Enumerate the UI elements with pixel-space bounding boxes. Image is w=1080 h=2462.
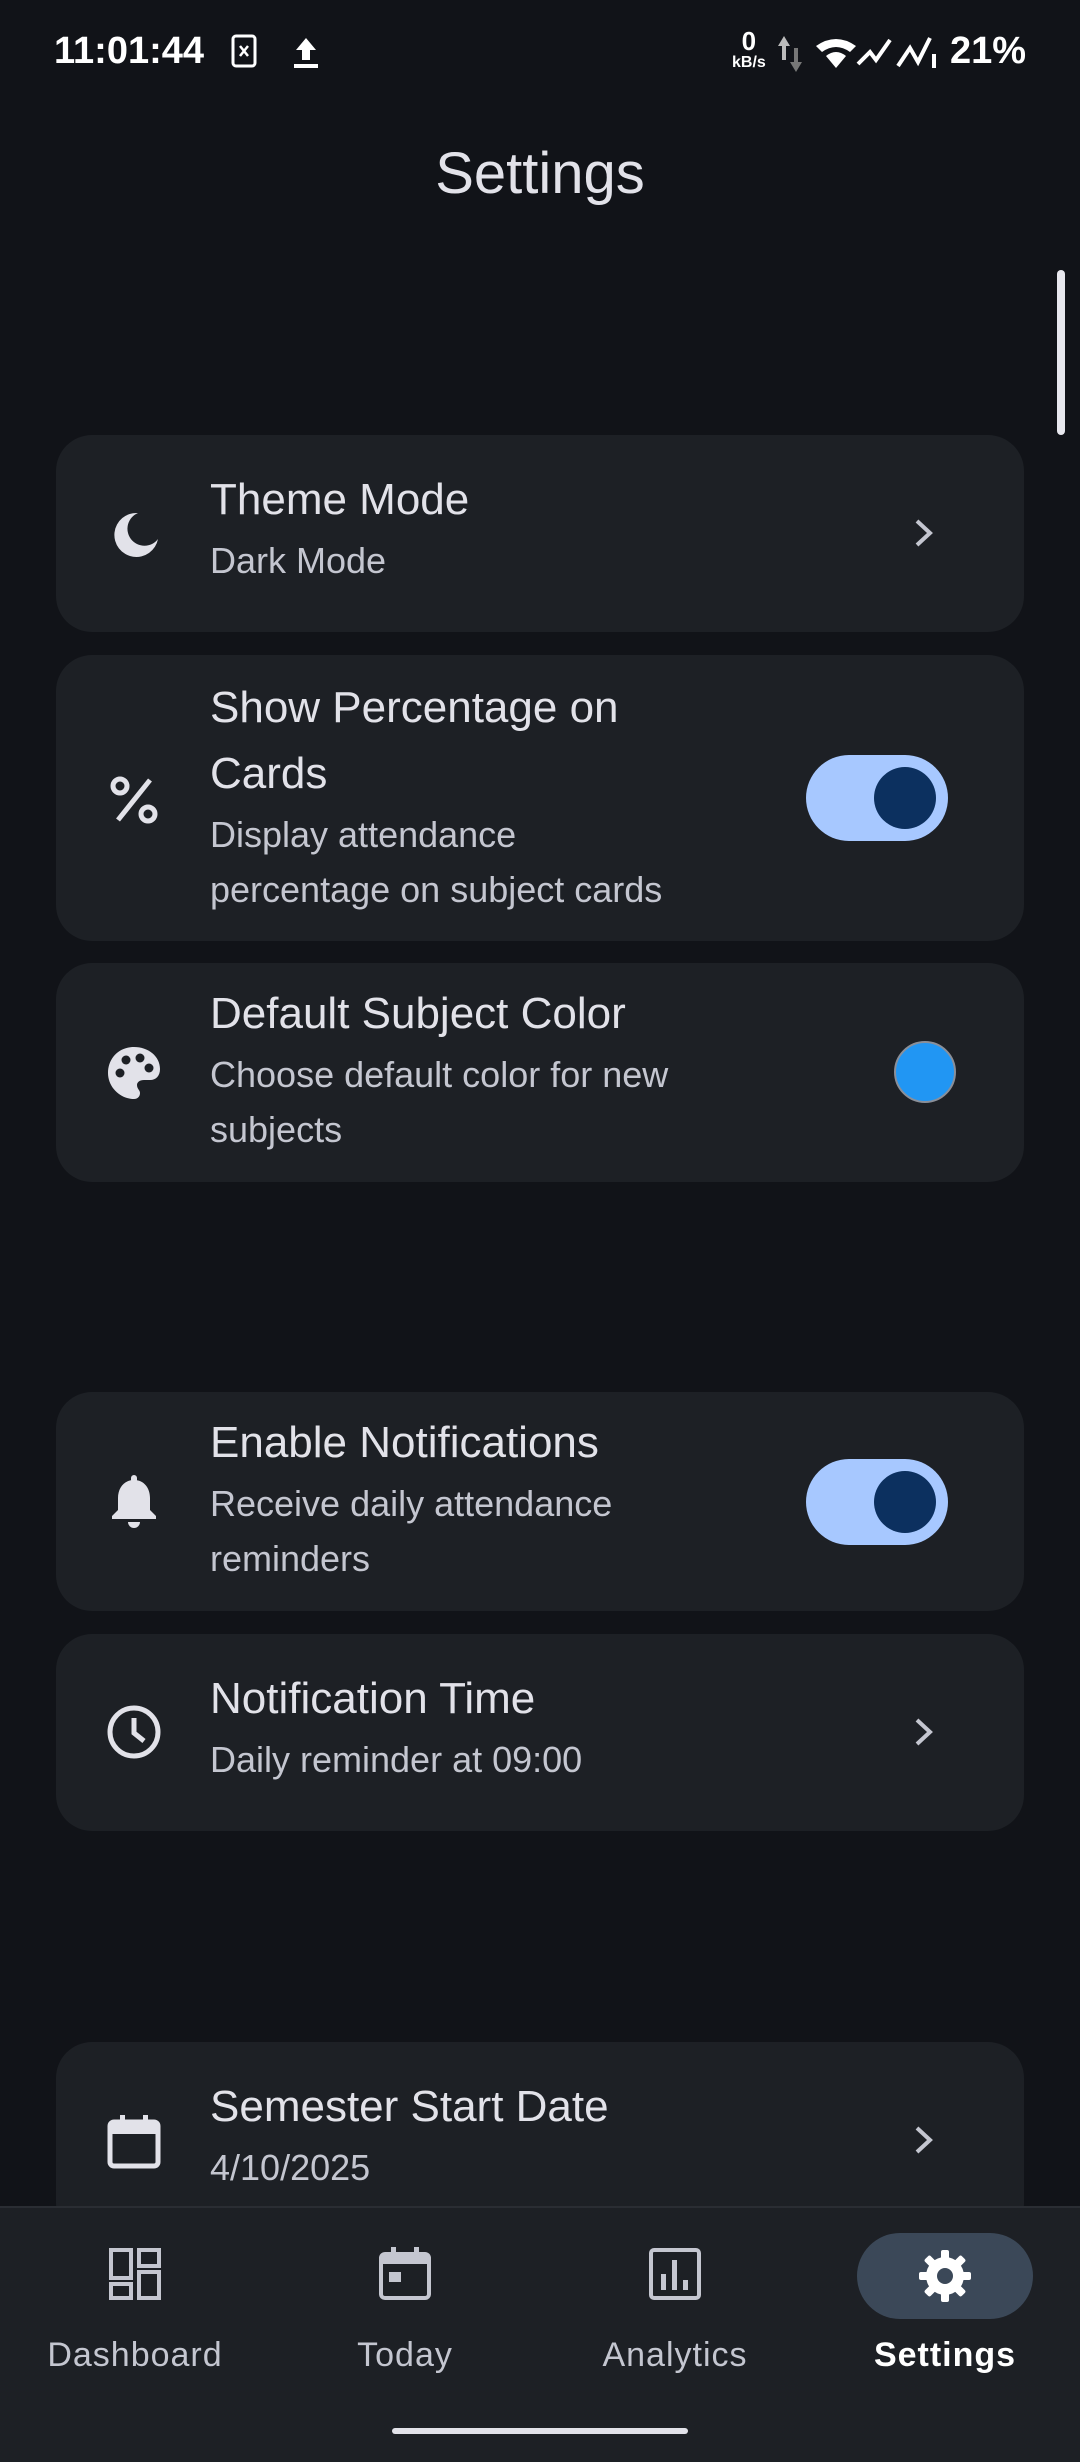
nav-settings[interactable]: Settings: [810, 2208, 1080, 2408]
bell-icon: [112, 1475, 156, 1528]
dashboard-icon: [109, 2248, 161, 2300]
nav-dashboard[interactable]: Dashboard: [0, 2208, 270, 2408]
notifications-description: Receive daily attendance reminders: [210, 1483, 613, 1579]
status-time: 11:01:44: [54, 30, 205, 72]
moon-icon: [114, 512, 158, 557]
nav-dashboard-label: Dashboard: [47, 2336, 223, 2374]
page-title: Settings: [435, 141, 645, 206]
chevron-right-icon: [915, 1718, 933, 1746]
show-percentage-toggle[interactable]: [806, 755, 948, 841]
default-color-description: Choose default color for new subjects: [210, 1054, 669, 1150]
network-speed: 0 kB/s: [732, 26, 766, 71]
gear-icon: [919, 2250, 971, 2302]
calendar-icon: [379, 2247, 431, 2300]
notification-time-value: Daily reminder at 09:00: [210, 1739, 583, 1780]
home-indicator[interactable]: [392, 2428, 688, 2434]
clock-icon: [107, 1705, 161, 1759]
signal-2-icon: [896, 37, 936, 68]
palette-icon: [108, 1047, 160, 1099]
wifi-icon: [816, 39, 856, 68]
upload-icon: [294, 38, 318, 68]
bottom-navigation: Dashboard Today Analytics Settings: [0, 2206, 1080, 2462]
theme-mode-title: Theme Mode: [210, 475, 470, 524]
nav-analytics[interactable]: Analytics: [540, 2208, 810, 2408]
show-percentage-title: Show Percentage on Cards: [210, 683, 619, 798]
status-bar: 11:01:44 0 kB/s 21%: [0, 0, 1080, 100]
calendar-icon: [107, 2115, 161, 2169]
chevron-right-icon: [915, 2126, 933, 2154]
battery-level: 21%: [949, 30, 1026, 72]
default-color-setting[interactable]: Default Subject Color Choose default col…: [56, 963, 1024, 1182]
toggle-knob: [874, 767, 936, 829]
notifications-title: Enable Notifications: [210, 1418, 599, 1467]
notifications-toggle[interactable]: [806, 1459, 948, 1545]
nav-analytics-label: Analytics: [602, 2336, 748, 2374]
nav-settings-label: Settings: [873, 2336, 1017, 2374]
notification-time-title: Notification Time: [210, 1674, 536, 1723]
data-arrows-icon: [778, 36, 802, 72]
show-percentage-description: Display attendance percentage on subject…: [210, 814, 663, 910]
nav-today[interactable]: Today: [270, 2208, 540, 2408]
nav-today-label: Today: [357, 2336, 453, 2374]
semester-start-value: 4/10/2025: [210, 2147, 371, 2188]
analytics-icon: [649, 2248, 701, 2300]
notifications-setting[interactable]: Enable Notifications Receive daily atten…: [56, 1392, 1024, 1611]
theme-mode-setting[interactable]: Theme Mode Dark Mode: [56, 435, 1024, 632]
show-percentage-setting[interactable]: Show Percentage on Cards Display attenda…: [56, 655, 1024, 941]
chevron-right-icon: [915, 519, 933, 547]
default-color-title: Default Subject Color: [210, 989, 626, 1038]
semester-start-title: Semester Start Date: [210, 2082, 609, 2131]
toggle-knob: [874, 1471, 936, 1533]
signal-1-icon: [856, 38, 892, 66]
notification-time-setting[interactable]: Notification Time Daily reminder at 09:0…: [56, 1634, 1024, 1831]
sim-card-icon: [231, 34, 257, 68]
theme-mode-value: Dark Mode: [210, 540, 387, 581]
percent-icon: [110, 776, 158, 824]
scrollbar-thumb[interactable]: [1057, 270, 1065, 435]
color-swatch[interactable]: [894, 1041, 956, 1103]
